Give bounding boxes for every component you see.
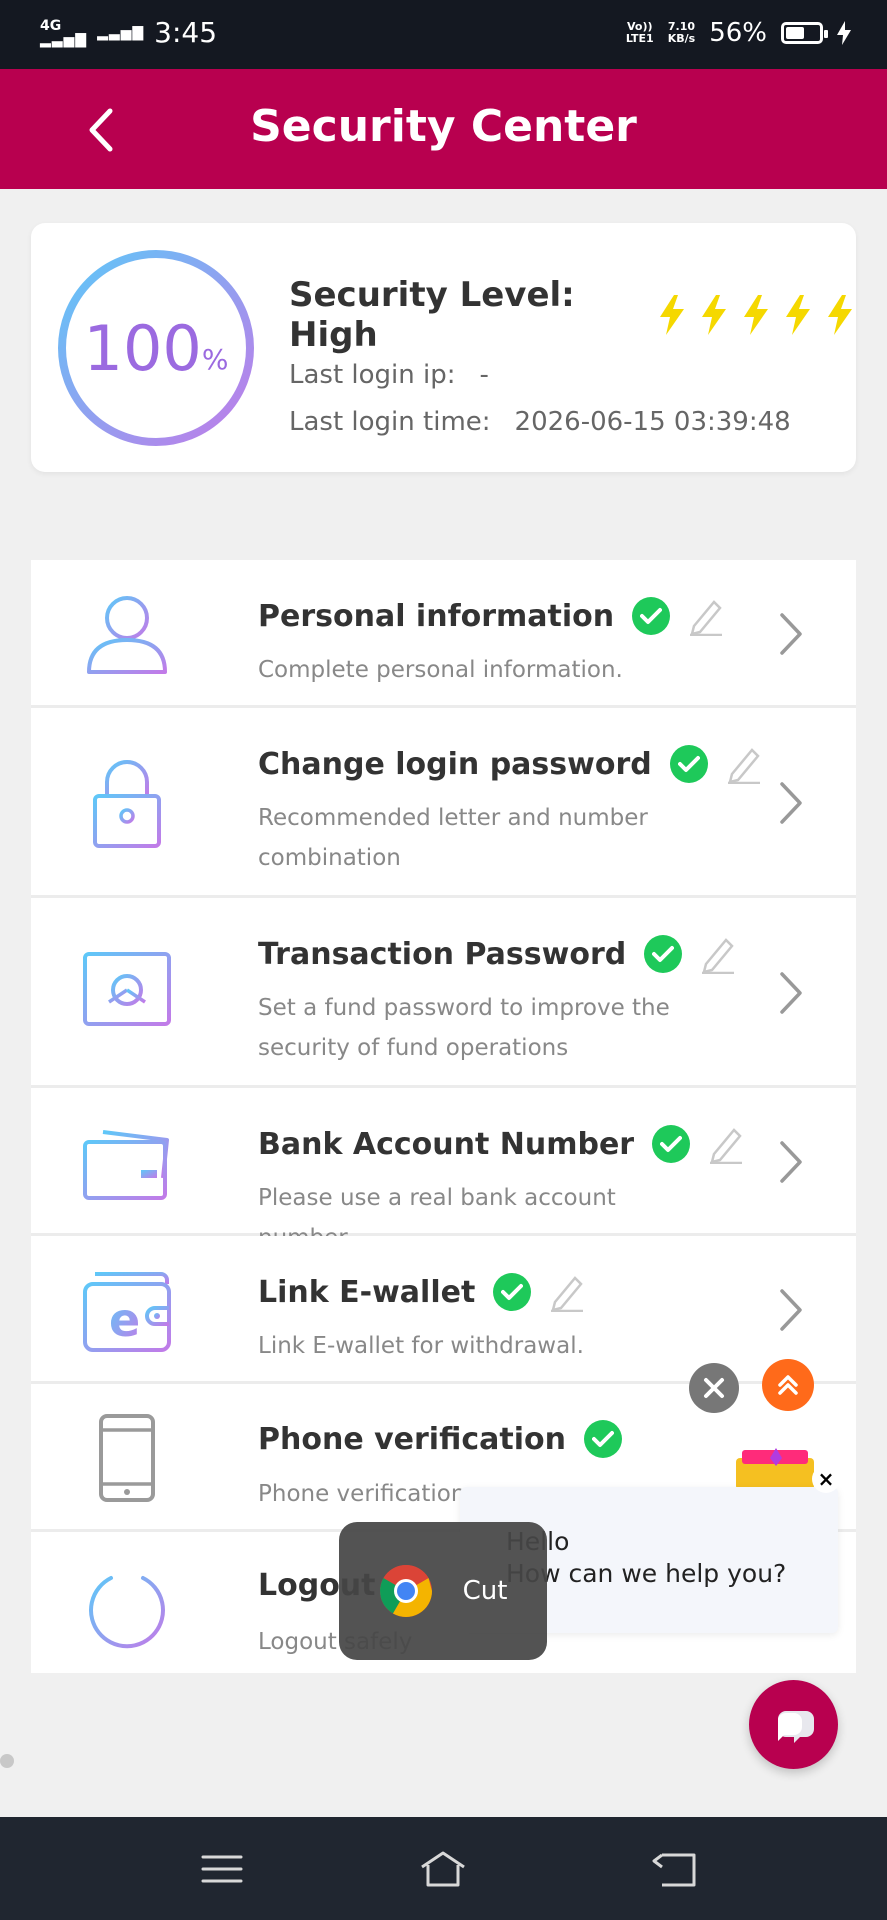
last-time-label: Last login time: [289, 407, 491, 437]
close-float-button[interactable] [689, 1363, 739, 1413]
menu-item-label: Phone verification [258, 1421, 566, 1457]
lightning-bolt-icon [744, 295, 768, 335]
phone-icon [99, 1414, 155, 1502]
last-ip-label: Last login ip: [289, 360, 456, 390]
verified-check-icon [493, 1273, 532, 1311]
verified-check-icon [583, 1420, 622, 1458]
chrome-icon [379, 1565, 432, 1617]
net-speed: 7.10 KB/s [667, 20, 696, 45]
user-icon [87, 596, 167, 674]
verified-check-icon [669, 745, 708, 783]
chevron-right-icon [780, 1141, 802, 1183]
lock-icon [93, 760, 161, 848]
double-chevron-up-icon [778, 1375, 798, 1395]
lightning-bolt-icon [786, 295, 810, 335]
system-nav-bar [0, 1817, 887, 1920]
toast-label: Cut [462, 1576, 508, 1606]
menu-item-login-password[interactable]: Change login password Recommended letter… [31, 708, 856, 898]
menu-item-desc: Set a fund password to improve the secur… [258, 995, 670, 1061]
edit-pencil-icon[interactable] [688, 596, 724, 636]
menu-item-label: Change login password [258, 746, 652, 782]
menu-item-bank-account[interactable]: Bank Account Number Please use a real ba… [31, 1088, 856, 1251]
chevron-right-icon [780, 1289, 802, 1331]
network-indicator: 4G ▂▃▅▇ [40, 17, 88, 48]
volte-indicator: Vo)) LTE1 [625, 20, 654, 45]
chat-button[interactable] [749, 1680, 838, 1769]
edit-pencil-icon[interactable] [726, 744, 762, 784]
safe-icon [83, 952, 171, 1034]
wallet-icon: e [83, 1272, 171, 1352]
home-icon[interactable] [418, 1847, 468, 1891]
page-indicator-dot [0, 1754, 14, 1768]
chat-question: How can we help you? [506, 1559, 787, 1588]
clock: 3:45 [154, 16, 218, 49]
close-chat-popup-icon[interactable]: × [812, 1465, 840, 1493]
bank-card-icon [83, 1130, 169, 1200]
verified-check-icon [644, 935, 683, 973]
chat-bubble-icon [777, 1710, 814, 1743]
status-bar: 4G ▂▃▅▇ ▂▃▅▇ 3:45 Vo)) LTE1 7.10 KB/s 56… [0, 0, 887, 69]
edit-pencil-icon[interactable] [549, 1272, 585, 1312]
lightning-bolt-icon [660, 295, 684, 335]
charging-icon [837, 21, 851, 45]
menu-item-personal-info[interactable]: Personal information Complete personal i… [31, 560, 856, 708]
signal-icon: ▂▃▅▇ [40, 31, 88, 48]
cut-toast: Cut [339, 1522, 547, 1660]
edit-pencil-icon[interactable] [700, 934, 736, 974]
chevron-right-icon [780, 972, 802, 1014]
verified-check-icon [632, 597, 671, 635]
lightning-bolt-icon [828, 295, 852, 335]
close-icon [704, 1378, 724, 1398]
battery-percent: 56% [709, 18, 767, 48]
menu-item-e-wallet[interactable]: e Link E-wallet Link E-wallet for withdr… [31, 1236, 856, 1384]
menu-item-label: Bank Account Number [258, 1126, 635, 1162]
scroll-top-button[interactable] [762, 1359, 814, 1411]
menu-item-label: Personal information [258, 598, 615, 634]
security-score-ring: 100% [56, 248, 256, 448]
chevron-right-icon [780, 782, 802, 824]
svg-text:e: e [109, 1293, 140, 1347]
chevron-right-icon [780, 613, 802, 655]
menu-item-transaction-password[interactable]: Transaction Password Set a fund password… [31, 898, 856, 1088]
menu-item-desc: Recommended letter and number combinatio… [258, 805, 648, 871]
menu-item-desc: Link E-wallet for withdrawal. [258, 1333, 584, 1359]
last-ip-value: - [479, 360, 489, 390]
security-level-label: Security Level: High [289, 275, 575, 355]
power-icon [89, 1564, 165, 1649]
page-title: Security Center [250, 101, 637, 152]
verified-check-icon [652, 1125, 691, 1163]
edit-pencil-icon[interactable] [708, 1124, 744, 1164]
menu-item-desc: Complete personal information. [258, 657, 623, 683]
security-level-card: 100% Security Level: High Last login ip:… [31, 223, 856, 472]
app-header: Security Center [0, 69, 887, 189]
security-stars [654, 293, 856, 337]
battery-icon [781, 22, 828, 44]
menu-item-label: Link E-wallet [258, 1274, 476, 1310]
back-nav-icon[interactable] [650, 1847, 700, 1891]
security-percent: 100 [83, 311, 202, 385]
menu-item-label: Transaction Password [258, 936, 627, 972]
signal-icon-2: ▂▃▅▇ [97, 24, 145, 41]
menu-icon[interactable] [197, 1847, 247, 1891]
last-time-value: 2026-06-15 03:39:48 [514, 407, 791, 437]
lightning-bolt-icon [702, 295, 726, 335]
